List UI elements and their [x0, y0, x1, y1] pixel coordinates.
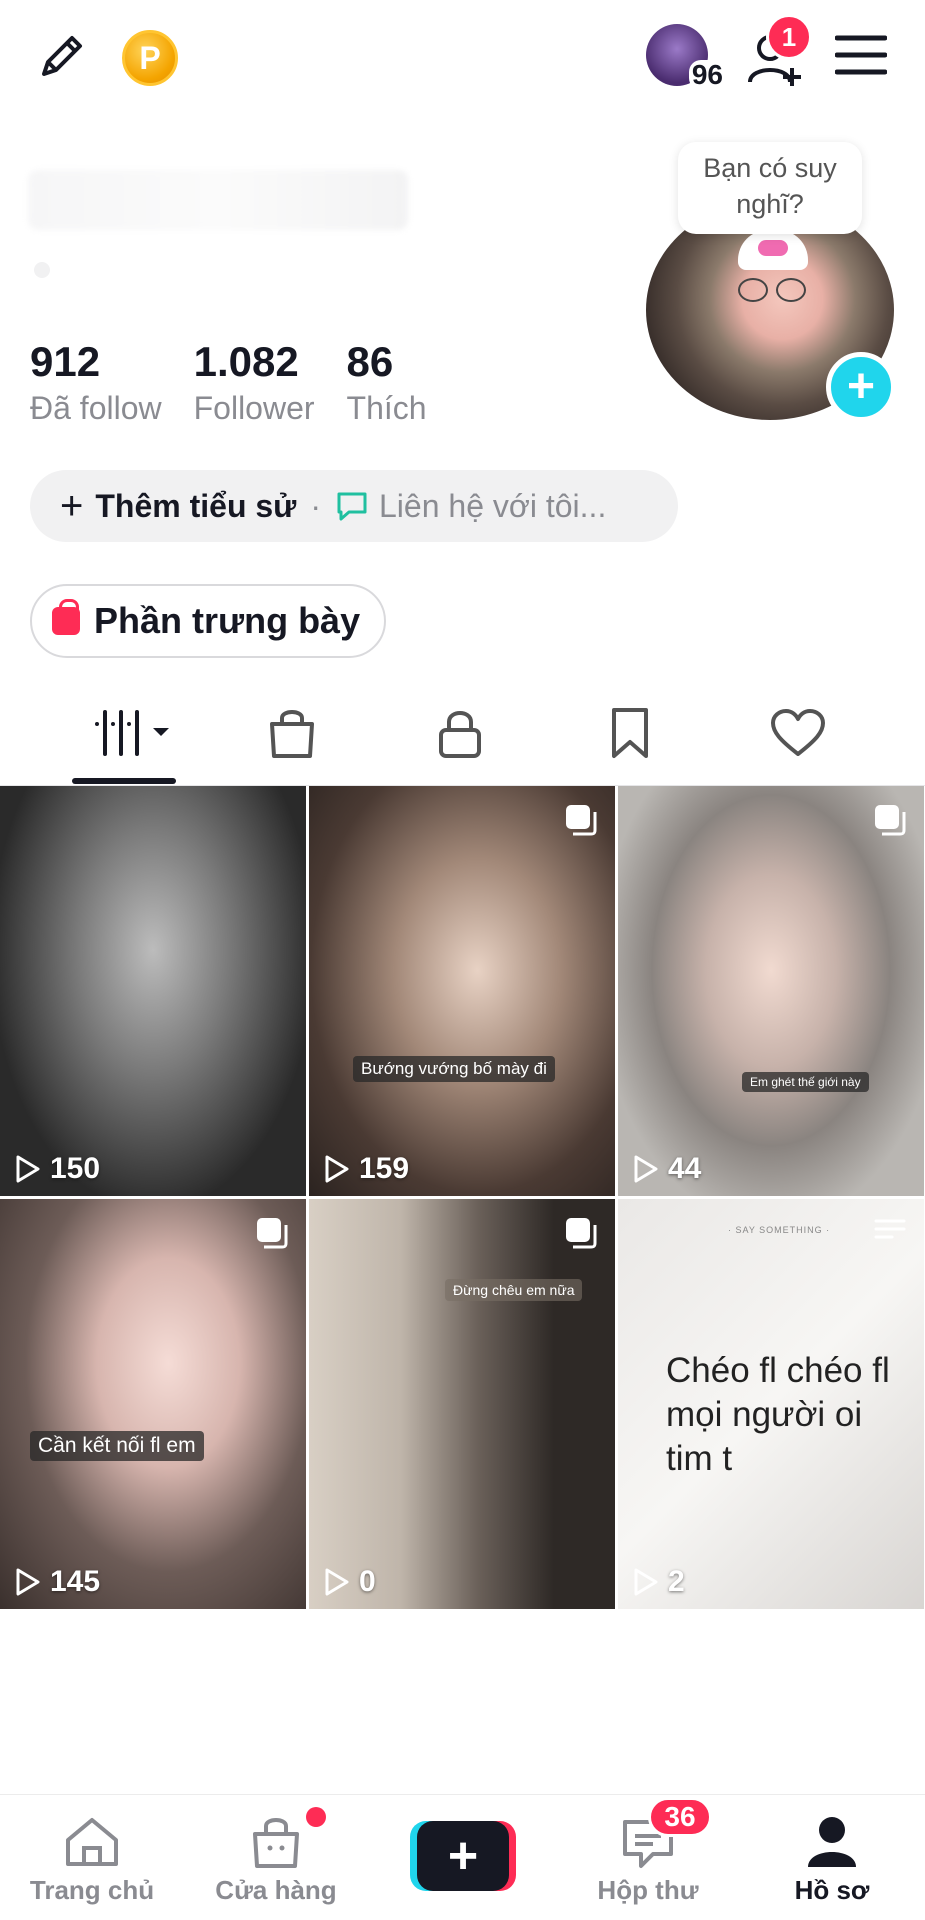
create-button[interactable]: + — [410, 1821, 516, 1891]
multi-photo-icon — [257, 1218, 288, 1249]
view-count-value: 44 — [668, 1152, 702, 1185]
nav-shop-label: Cửa hàng — [215, 1875, 337, 1905]
text-post-label: · SAY SOMETHING · — [728, 1225, 831, 1235]
edit-pencil-icon[interactable] — [30, 24, 94, 88]
add-story-plus-icon[interactable]: + — [826, 352, 896, 422]
video-thumbnail[interactable]: Đừng chêu em nữa 0 — [309, 1199, 615, 1609]
story-prompt-bubble[interactable]: Bạn có suy nghĩ? — [678, 142, 862, 234]
video-grid-icon — [95, 710, 169, 756]
video-thumbnail[interactable]: · SAY SOMETHING · Chéo fl chéo fl mọi ng… — [618, 1199, 924, 1609]
tab-videos[interactable] — [86, 698, 176, 768]
nav-home[interactable]: Trang chủ — [12, 1809, 172, 1906]
view-count-value: 2 — [668, 1565, 685, 1598]
stat-value: 1.082 — [193, 338, 299, 385]
profile-icon — [808, 1817, 856, 1867]
text-post-icon — [874, 1219, 906, 1239]
add-bio-button[interactable]: + Thêm tiểu sử — [60, 484, 296, 529]
stat-followers[interactable]: 1.082 Follower — [194, 336, 315, 428]
play-icon — [325, 1568, 349, 1596]
text-post-content: Chéo fl chéo fl mọi người oi tim t — [666, 1351, 890, 1478]
contact-label: Liên hệ với tôi... — [379, 487, 607, 524]
stat-likes[interactable]: 86 Thích — [347, 336, 427, 428]
video-caption: Cần kết nối fl em — [30, 1431, 204, 1461]
stat-label: Đã follow — [30, 390, 162, 426]
play-icon — [325, 1155, 349, 1183]
nav-shop[interactable]: Cửa hàng — [196, 1809, 356, 1906]
showcase-label: Phần trưng bày — [94, 600, 361, 641]
coin-icon[interactable]: P — [122, 30, 178, 86]
stat-value: 86 — [346, 338, 394, 385]
video-thumbnail[interactable]: Bướng vướng bố mày đi 159 — [309, 786, 615, 1196]
profile-tabs — [0, 690, 925, 786]
tab-saved[interactable] — [590, 698, 670, 768]
video-caption: Bướng vướng bố mày đi — [353, 1056, 555, 1082]
view-count-value: 150 — [50, 1152, 101, 1185]
nav-home-label: Trang chủ — [29, 1875, 155, 1905]
view-count-value: 0 — [359, 1565, 376, 1598]
stat-label: Follower — [193, 390, 315, 426]
view-count: 2 — [632, 1565, 685, 1599]
lock-icon — [439, 711, 481, 758]
profile-stats: 912 Đã follow 1.082 Follower 86 Thích — [30, 336, 459, 428]
profile-name-redacted — [28, 170, 408, 230]
friend-request-badge: 1 — [766, 14, 812, 60]
tab-private[interactable] — [420, 698, 500, 768]
play-icon — [16, 1568, 40, 1596]
glasses-decoration — [776, 278, 806, 302]
view-count-value: 159 — [359, 1152, 410, 1185]
video-caption: Đừng chêu em nữa — [445, 1279, 583, 1301]
bottom-navigation: Trang chủ Cửa hàng + Hộp thư 36 Hồ sơ — [0, 1794, 925, 1920]
glasses-decoration — [738, 278, 768, 302]
menu-icon[interactable] — [834, 30, 888, 80]
inbox-badge: 36 — [648, 1797, 712, 1837]
play-icon — [634, 1155, 658, 1183]
tab-liked[interactable] — [758, 698, 838, 768]
shop-bag-icon — [253, 1818, 299, 1868]
view-count: 0 — [323, 1565, 376, 1599]
shop-notification-dot — [306, 1807, 326, 1827]
bio-contact-pill: + Thêm tiểu sử · Liên hệ với tôi... — [30, 470, 678, 542]
shopping-bag-icon — [270, 710, 314, 758]
play-icon — [16, 1155, 40, 1183]
tab-shop[interactable] — [252, 698, 332, 768]
play-icon — [634, 1568, 658, 1596]
view-count-value: 145 — [50, 1565, 101, 1598]
stat-label: Thích — [346, 390, 427, 426]
nav-profile[interactable]: Hồ sơ — [752, 1809, 912, 1906]
contact-button[interactable]: Liên hệ với tôi... — [335, 488, 606, 525]
active-tab-indicator — [72, 778, 176, 784]
add-bio-label: Thêm tiểu sử — [95, 487, 297, 524]
chat-bubble-icon — [337, 492, 367, 521]
view-count: 150 — [14, 1152, 100, 1186]
multi-photo-icon — [566, 1218, 597, 1249]
multi-photo-icon — [566, 805, 597, 836]
bookmark-icon — [612, 708, 648, 758]
view-count: 44 — [632, 1152, 701, 1186]
friends-avatar[interactable]: 96 — [646, 24, 726, 90]
video-thumbnail[interactable]: Cần kết nối fl em 145 — [0, 1199, 306, 1609]
stat-following[interactable]: 912 Đã follow — [30, 336, 162, 428]
showcase-button[interactable]: Phần trưng bày — [30, 584, 387, 658]
username-redacted — [34, 262, 50, 278]
plus-icon: + — [417, 1821, 509, 1891]
shopping-bag-icon — [52, 599, 80, 635]
top-bar: P 96 1 — [0, 0, 925, 110]
friends-count: 96 — [688, 60, 726, 90]
video-thumbnail[interactable]: Em ghét thế giới này 44 — [618, 786, 924, 1196]
video-thumbnail[interactable]: 150 — [0, 786, 306, 1196]
home-icon — [66, 1818, 118, 1866]
heart-icon — [771, 709, 825, 756]
stat-value: 912 — [30, 338, 101, 385]
video-caption: Em ghét thế giới này — [742, 1072, 869, 1092]
view-count: 159 — [323, 1152, 409, 1186]
view-count: 145 — [14, 1565, 100, 1599]
nav-inbox-label: Hộp thư — [597, 1875, 699, 1905]
plus-icon: + — [60, 483, 84, 528]
nav-profile-label: Hồ sơ — [794, 1875, 870, 1905]
multi-photo-icon — [875, 805, 906, 836]
separator-dot: · — [310, 487, 321, 524]
bow-decoration — [758, 240, 788, 256]
